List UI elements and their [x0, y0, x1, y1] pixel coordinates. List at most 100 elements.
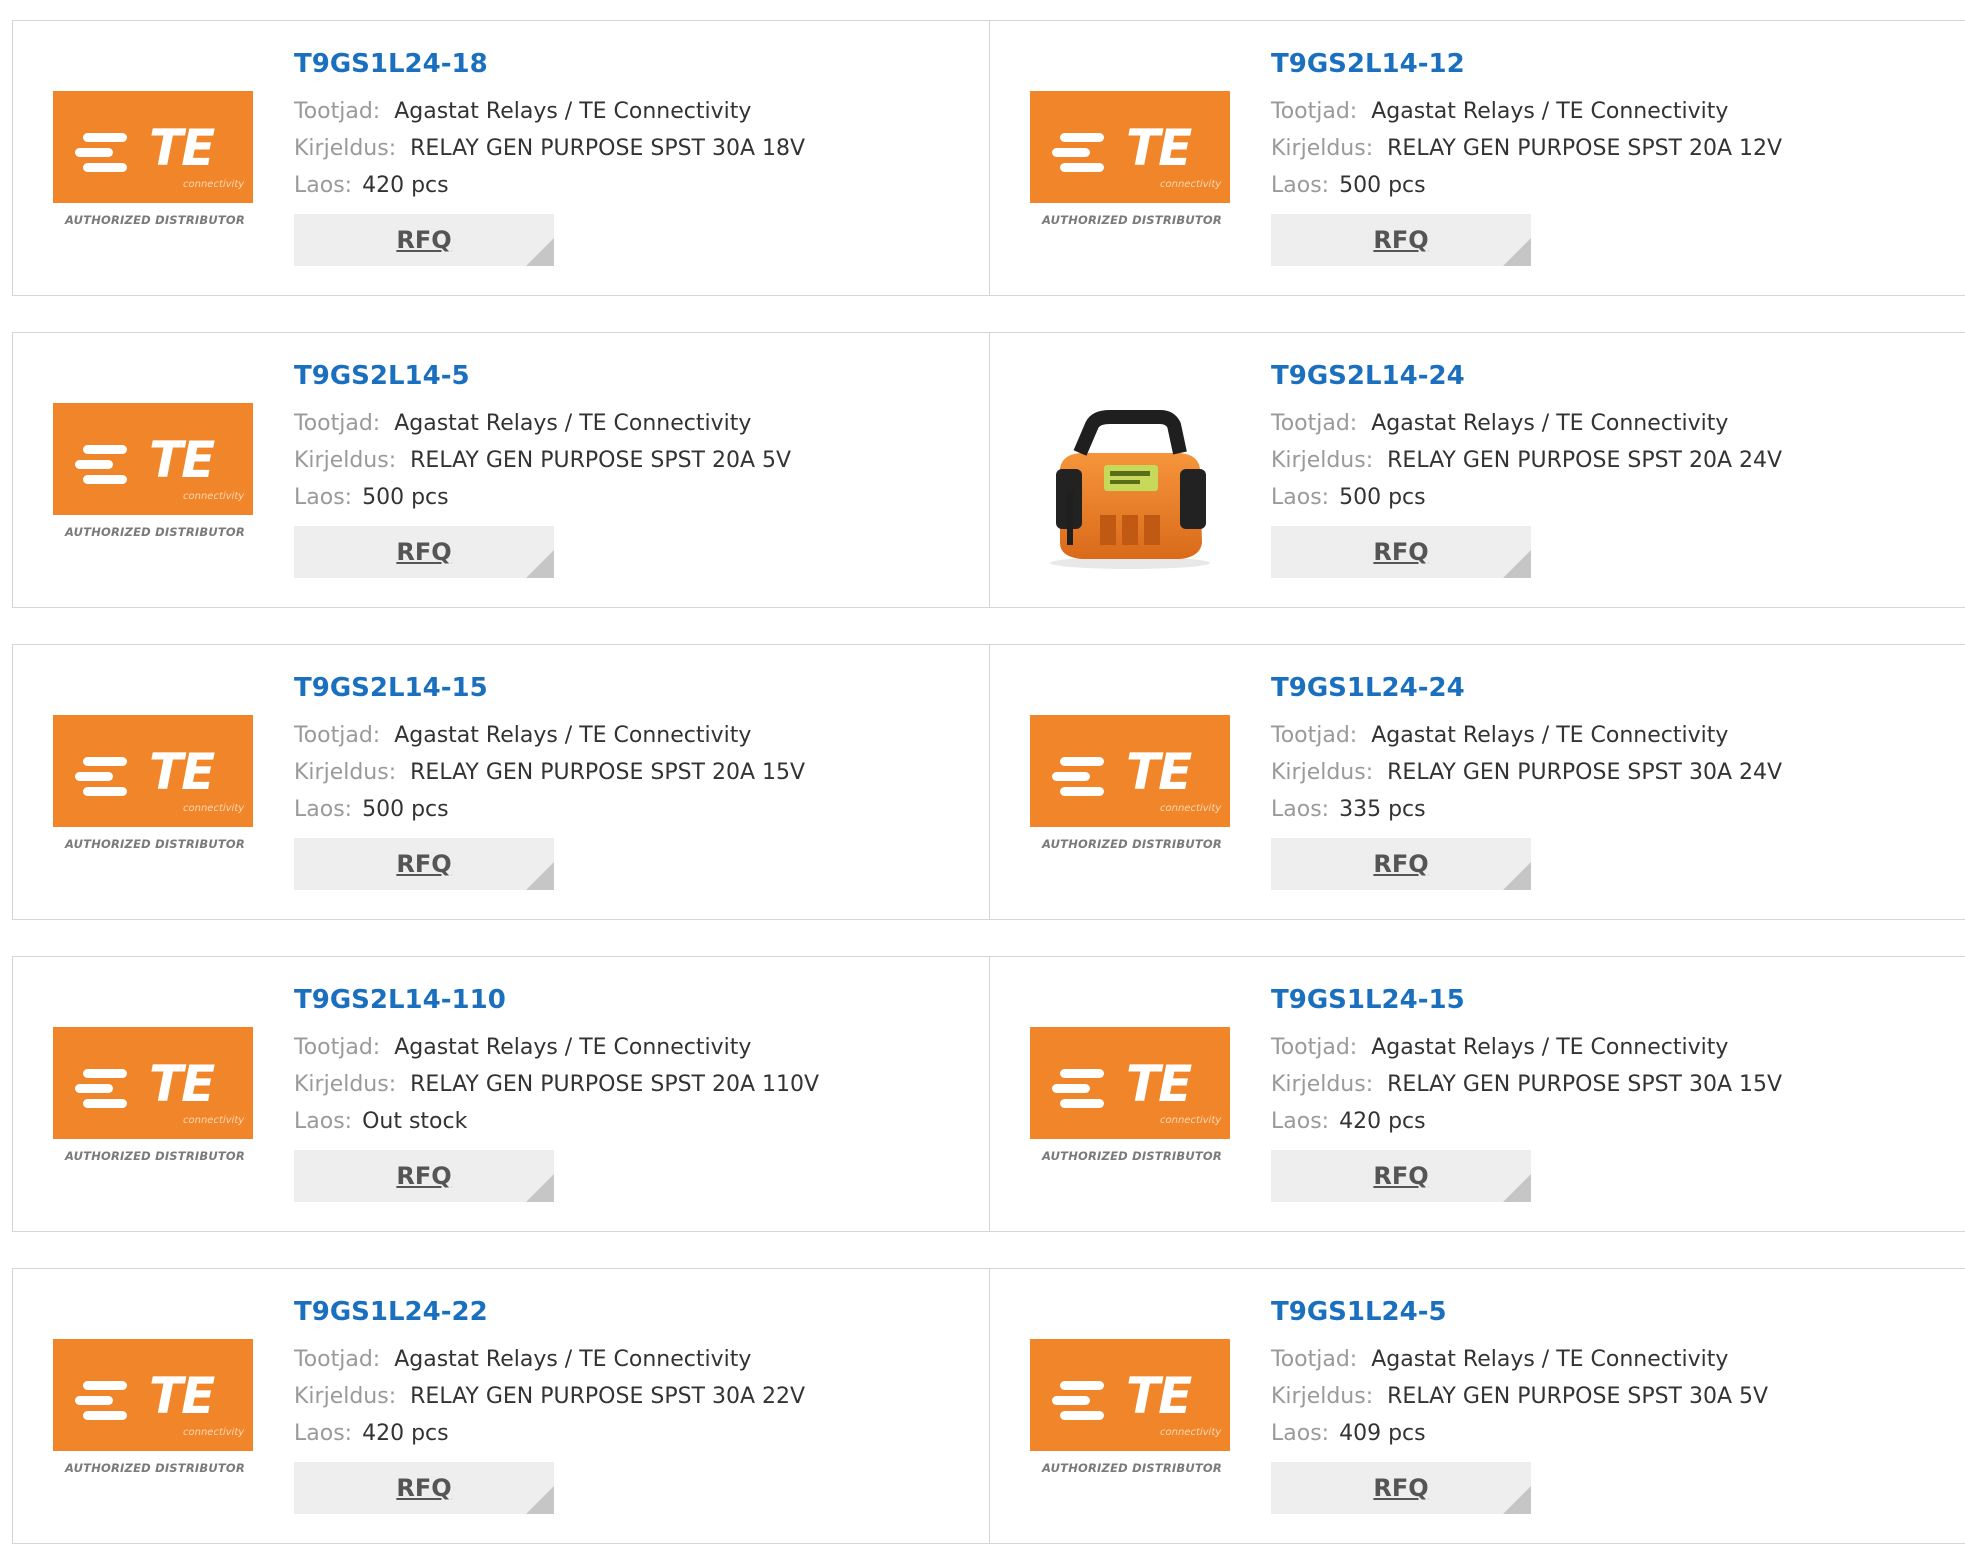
logo-subtext: connectivity: [1160, 179, 1222, 190]
manufacturer-row: Tootjad: Agastat Relays / TE Connectivity: [294, 93, 805, 130]
description-value: RELAY GEN PURPOSE SPST 20A 5V: [410, 448, 792, 473]
rfq-button[interactable]: RFQ: [1271, 526, 1531, 578]
logo-subtext: connectivity: [1160, 1427, 1222, 1438]
stock-value: 335 pcs: [1339, 797, 1426, 822]
manufacturer-label: Tootjad:: [1271, 411, 1358, 436]
logo-subtext: connectivity: [183, 1115, 245, 1126]
rfq-button[interactable]: RFQ: [294, 838, 554, 890]
product-thumbnail[interactable]: TE connectivity AUTHORIZED DISTRIBUTOR: [53, 1019, 253, 1199]
rfq-button[interactable]: RFQ: [294, 1462, 554, 1514]
stock-label: Laos:: [1271, 1109, 1330, 1134]
part-number-link[interactable]: T9GS2L14-24: [1271, 361, 1782, 391]
product-thumbnail[interactable]: TE connectivity AUTHORIZED DISTRIBUTOR: [53, 395, 253, 575]
relay-photo: [1030, 395, 1230, 575]
manufacturer-value: Agastat Relays / TE Connectivity: [394, 1035, 752, 1060]
stock-value: 420 pcs: [1339, 1109, 1426, 1134]
logo-orange-block: TE connectivity: [1030, 91, 1230, 203]
part-number-link[interactable]: T9GS1L24-22: [294, 1297, 805, 1327]
manufacturer-value: Agastat Relays / TE Connectivity: [394, 411, 752, 436]
stock-value: 500 pcs: [362, 485, 449, 510]
corner-triangle-icon: [526, 238, 554, 266]
logo-orange-block: TE connectivity: [53, 91, 253, 203]
rfq-button[interactable]: RFQ: [1271, 838, 1531, 890]
manufacturer-label: Tootjad:: [294, 99, 381, 124]
product-thumbnail[interactable]: TE connectivity AUTHORIZED DISTRIBUTOR: [1030, 707, 1230, 887]
product-info: T9GS1L24-24 Tootjad: Agastat Relays / TE …: [1271, 673, 1782, 890]
description-label: Kirjeldus:: [1271, 1384, 1374, 1409]
product-thumbnail[interactable]: [1030, 395, 1230, 575]
description-row: Kirjeldus: RELAY GEN PURPOSE SPST 30A 24V: [1271, 754, 1782, 791]
product-thumbnail[interactable]: TE connectivity AUTHORIZED DISTRIBUTOR: [1030, 1019, 1230, 1199]
corner-triangle-icon: [1503, 862, 1531, 890]
part-number-link[interactable]: T9GS1L24-15: [1271, 985, 1782, 1015]
rfq-button[interactable]: RFQ: [1271, 1150, 1531, 1202]
logo-text: TE: [149, 119, 215, 177]
part-number-link[interactable]: T9GS2L14-12: [1271, 49, 1782, 79]
rfq-button[interactable]: RFQ: [294, 1150, 554, 1202]
rfq-button[interactable]: RFQ: [294, 526, 554, 578]
description-row: Kirjeldus: RELAY GEN PURPOSE SPST 20A 12V: [1271, 130, 1782, 167]
manufacturer-label: Tootjad:: [1271, 1347, 1358, 1372]
description-row: Kirjeldus: RELAY GEN PURPOSE SPST 30A 15V: [1271, 1066, 1782, 1103]
product-info: T9GS1L24-5 Tootjad: Agastat Relays / TE C…: [1271, 1297, 1768, 1514]
rfq-button[interactable]: RFQ: [1271, 214, 1531, 266]
part-number-link[interactable]: T9GS2L14-110: [294, 985, 819, 1015]
product-info: T9GS1L24-22 Tootjad: Agastat Relays / TE …: [294, 1297, 805, 1514]
description-value: RELAY GEN PURPOSE SPST 20A 24V: [1387, 448, 1783, 473]
te-lines-icon: [75, 133, 127, 178]
product-thumbnail[interactable]: TE connectivity AUTHORIZED DISTRIBUTOR: [53, 707, 253, 887]
stock-label: Laos:: [1271, 485, 1330, 510]
part-number-link[interactable]: T9GS1L24-18: [294, 49, 805, 79]
stock-row: Laos: 500 pcs: [1271, 479, 1782, 516]
te-lines-icon: [1052, 757, 1104, 802]
rfq-label: RFQ: [1373, 226, 1429, 254]
corner-triangle-icon: [1503, 238, 1531, 266]
product-card: T9GS2L14-24 Tootjad: Agastat Relays / TE …: [990, 332, 1965, 608]
manufacturer-row: Tootjad: Agastat Relays / TE Connectivity: [1271, 405, 1782, 442]
authorized-distributor-caption: AUTHORIZED DISTRIBUTOR: [1042, 1149, 1222, 1163]
part-number-link[interactable]: T9GS1L24-5: [1271, 1297, 1768, 1327]
logo-text: TE: [1126, 1367, 1192, 1425]
product-thumbnail[interactable]: TE connectivity AUTHORIZED DISTRIBUTOR: [1030, 1331, 1230, 1511]
description-value: RELAY GEN PURPOSE SPST 30A 24V: [1387, 760, 1783, 785]
authorized-distributor-caption: AUTHORIZED DISTRIBUTOR: [65, 837, 245, 851]
corner-triangle-icon: [526, 1174, 554, 1202]
product-card: TE connectivity AUTHORIZED DISTRIBUTOR T…: [12, 332, 990, 608]
description-row: Kirjeldus: RELAY GEN PURPOSE SPST 20A 15V: [294, 754, 805, 791]
stock-row: Laos: 420 pcs: [294, 1415, 805, 1452]
manufacturer-row: Tootjad: Agastat Relays / TE Connectivity: [294, 405, 791, 442]
rfq-label: RFQ: [396, 226, 452, 254]
stock-label: Laos:: [1271, 1421, 1330, 1446]
part-number-link[interactable]: T9GS2L14-15: [294, 673, 805, 703]
description-label: Kirjeldus:: [294, 136, 397, 161]
manufacturer-row: Tootjad: Agastat Relays / TE Connectivity: [1271, 1029, 1782, 1066]
rfq-button[interactable]: RFQ: [294, 214, 554, 266]
logo-orange-block: TE connectivity: [53, 403, 253, 515]
description-label: Kirjeldus:: [1271, 136, 1374, 161]
te-connectivity-logo: TE connectivity AUTHORIZED DISTRIBUTOR: [53, 83, 253, 263]
te-lines-icon: [75, 1069, 127, 1114]
stock-value: 420 pcs: [362, 173, 449, 198]
description-value: RELAY GEN PURPOSE SPST 20A 110V: [410, 1072, 820, 1097]
part-number-link[interactable]: T9GS2L14-5: [294, 361, 791, 391]
product-thumbnail[interactable]: TE connectivity AUTHORIZED DISTRIBUTOR: [53, 83, 253, 263]
product-card: TE connectivity AUTHORIZED DISTRIBUTOR T…: [990, 644, 1965, 920]
logo-subtext: connectivity: [183, 1427, 245, 1438]
logo-orange-block: TE connectivity: [1030, 1339, 1230, 1451]
stock-value: 500 pcs: [362, 797, 449, 822]
te-lines-icon: [75, 757, 127, 802]
product-thumbnail[interactable]: TE connectivity AUTHORIZED DISTRIBUTOR: [1030, 83, 1230, 263]
te-lines-icon: [1052, 1381, 1104, 1426]
product-info: T9GS2L14-24 Tootjad: Agastat Relays / TE …: [1271, 361, 1782, 578]
logo-text: TE: [149, 431, 215, 489]
authorized-distributor-caption: AUTHORIZED DISTRIBUTOR: [65, 1461, 245, 1475]
rfq-button[interactable]: RFQ: [1271, 1462, 1531, 1514]
stock-row: Laos: Out stock: [294, 1103, 819, 1140]
te-lines-icon: [1052, 133, 1104, 178]
description-value: RELAY GEN PURPOSE SPST 20A 15V: [410, 760, 806, 785]
te-connectivity-logo: TE connectivity AUTHORIZED DISTRIBUTOR: [1030, 83, 1230, 263]
stock-value: Out stock: [362, 1109, 468, 1134]
part-number-link[interactable]: T9GS1L24-24: [1271, 673, 1782, 703]
stock-value: 409 pcs: [1339, 1421, 1426, 1446]
product-thumbnail[interactable]: TE connectivity AUTHORIZED DISTRIBUTOR: [53, 1331, 253, 1511]
